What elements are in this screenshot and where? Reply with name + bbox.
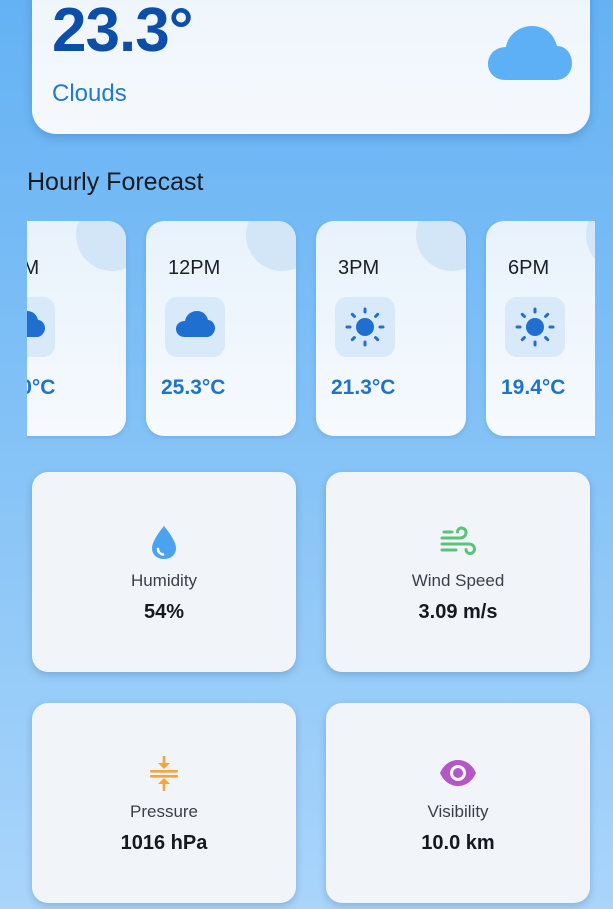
decorative-bubble <box>246 221 296 271</box>
hourly-icon-box <box>505 297 565 357</box>
cloud-icon <box>27 311 45 337</box>
visibility-label: Visibility <box>427 802 489 821</box>
visibility-value: 10.0 km <box>421 832 495 854</box>
hourly-card[interactable]: 6PM 19.4°C <box>486 221 595 436</box>
pressure-value: 1016 hPa <box>120 832 208 854</box>
hourly-icon-box <box>335 297 395 357</box>
hourly-forecast-list[interactable]: 9AM 22.0°C 12PM 25.3°C 3PM <box>27 221 595 439</box>
hourly-temperature: 25.3°C <box>161 376 226 399</box>
wind-speed-label: Wind Speed <box>411 571 505 590</box>
eye-icon <box>440 760 476 786</box>
hourly-time: 9AM <box>27 257 40 279</box>
hourly-icon-box <box>27 297 55 357</box>
wind-icon <box>440 526 477 556</box>
hourly-icon-box <box>165 297 225 357</box>
wind-speed-value: 3.09 m/s <box>418 601 498 623</box>
visibility-card: Visibility 10.0 km <box>326 703 590 903</box>
hourly-time: 6PM <box>508 257 550 279</box>
decorative-bubble <box>586 221 595 271</box>
hourly-time: 3PM <box>338 257 380 279</box>
pressure-card: Pressure 1016 hPa <box>32 703 296 903</box>
current-weather-card: 23.3° Clouds <box>32 0 590 134</box>
cloud-icon <box>176 311 215 337</box>
humidity-value: 54% <box>143 601 185 623</box>
current-temperature: 23.3° <box>52 0 193 65</box>
current-condition: Clouds <box>52 80 127 107</box>
hourly-time: 12PM <box>168 257 221 279</box>
decorative-bubble <box>76 221 126 271</box>
hourly-forecast-title: Hourly Forecast <box>27 168 204 196</box>
hourly-card[interactable]: 9AM 22.0°C <box>27 221 126 436</box>
humidity-card: Humidity 54% <box>32 472 296 672</box>
wind-speed-card: Wind Speed 3.09 m/s <box>326 472 590 672</box>
sun-icon <box>345 307 385 347</box>
decorative-bubble <box>416 221 466 271</box>
humidity-label: Humidity <box>130 571 198 590</box>
pressure-label: Pressure <box>129 802 199 821</box>
hourly-temperature: 19.4°C <box>501 376 566 399</box>
compress-icon <box>150 756 178 791</box>
water-drop-icon <box>152 526 176 559</box>
hourly-temperature: 21.3°C <box>331 376 396 399</box>
hourly-temperature: 22.0°C <box>27 376 56 399</box>
sun-icon <box>515 307 555 347</box>
hourly-card[interactable]: 3PM 21.3°C <box>316 221 466 436</box>
hourly-card[interactable]: 12PM 25.3°C <box>146 221 296 436</box>
cloud-icon <box>488 26 572 80</box>
